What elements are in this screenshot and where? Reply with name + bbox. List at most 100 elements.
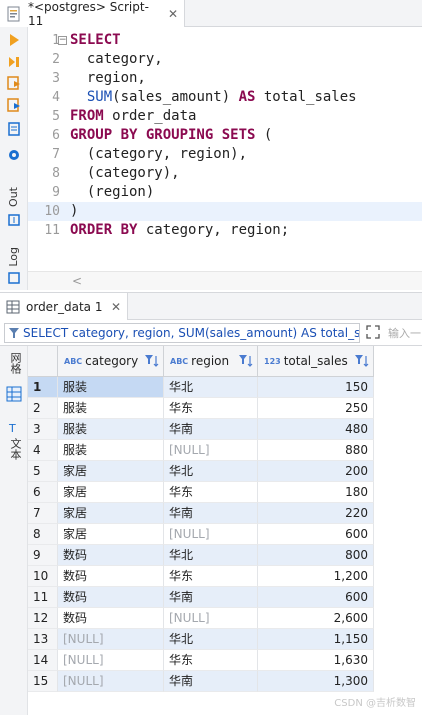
row-number[interactable]: 13 [28,629,58,650]
execute-new-tab-icon[interactable] [6,97,22,113]
row-number[interactable]: 10 [28,566,58,587]
scroll-left-arrow[interactable]: < [72,274,82,288]
row-number[interactable]: 7 [28,503,58,524]
filter-sort-icon[interactable] [355,354,369,368]
table-row[interactable]: 12 数码 [NULL] 2,600 [28,608,422,629]
table-row[interactable]: 4 服装 [NULL] 880 [28,440,422,461]
explain-plan-icon[interactable] [6,121,22,137]
cell-total-sales[interactable]: 180 [258,482,374,503]
cell-category[interactable]: 服装 [58,419,164,440]
cell-region[interactable]: 华北 [164,545,258,566]
cell-category[interactable]: 数码 [58,545,164,566]
table-row[interactable]: 7 家居 华南 220 [28,503,422,524]
cell-category[interactable]: [NULL] [58,650,164,671]
cell-region[interactable]: 华北 [164,377,258,398]
row-number[interactable]: 15 [28,671,58,692]
cell-category[interactable]: 服装 [58,377,164,398]
cell-category[interactable]: 家居 [58,461,164,482]
cell-category[interactable]: [NULL] [58,671,164,692]
cell-category[interactable]: 家居 [58,503,164,524]
cell-total-sales[interactable]: 880 [258,440,374,461]
code-line[interactable]: 5 FROM order_data [28,107,422,126]
cell-total-sales[interactable]: 250 [258,398,374,419]
cell-region[interactable]: [NULL] [164,608,258,629]
table-row[interactable]: 5 家居 华北 200 [28,461,422,482]
cell-category[interactable]: 家居 [58,524,164,545]
text-view-toggle[interactable]: 文本 [7,438,23,460]
cell-category[interactable]: 服装 [58,398,164,419]
table-row[interactable]: 1 服装 华北 150 [28,377,422,398]
log-icon[interactable] [6,270,22,286]
sql-editor[interactable]: 1 SELECT −2 category, 3 region, 4 SUM(sales_… [28,27,422,271]
cell-region[interactable]: 华南 [164,671,258,692]
cell-total-sales[interactable]: 150 [258,377,374,398]
code-line[interactable]: 6 GROUP BY GROUPING SETS ( [28,126,422,145]
cell-total-sales[interactable]: 600 [258,587,374,608]
editor-horizontal-scrollbar[interactable]: < [28,271,422,290]
cell-region[interactable]: 华北 [164,461,258,482]
table-row[interactable]: 11 数码 华南 600 [28,587,422,608]
output-panel-toggle[interactable]: Out [7,187,20,207]
table-row[interactable]: 14 [NULL] 华东 1,630 [28,650,422,671]
cell-region[interactable]: [NULL] [164,440,258,461]
table-row[interactable]: 15 [NULL] 华南 1,300 [28,671,422,692]
row-number[interactable]: 14 [28,650,58,671]
grid-view-toggle[interactable]: 网格 [7,352,23,374]
tab-script-11[interactable]: *<postgres> Script-11 ✕ [0,0,185,28]
execute-script-icon[interactable] [6,75,22,91]
tab-order-data-1[interactable]: order_data 1 ✕ [0,293,128,320]
cell-total-sales[interactable]: 200 [258,461,374,482]
close-results-tab-icon[interactable]: ✕ [111,300,121,314]
output-icon[interactable] [6,212,22,228]
cell-total-sales[interactable]: 1,300 [258,671,374,692]
row-number[interactable]: 8 [28,524,58,545]
row-number[interactable]: 5 [28,461,58,482]
code-line[interactable]: 1 SELECT − [28,31,422,50]
settings-gear-icon[interactable] [6,147,22,163]
cell-total-sales[interactable]: 220 [258,503,374,524]
cell-region[interactable]: 华南 [164,503,258,524]
cell-region[interactable]: 华南 [164,419,258,440]
cell-total-sales[interactable]: 1,150 [258,629,374,650]
cell-region[interactable]: 华东 [164,482,258,503]
cell-category[interactable]: 家居 [58,482,164,503]
table-row[interactable]: 10 数码 华东 1,200 [28,566,422,587]
column-header-total-sales[interactable]: 123 total_sales [258,346,374,377]
table-row[interactable]: 3 服装 华南 480 [28,419,422,440]
row-number[interactable]: 12 [28,608,58,629]
fold-toggle-icon[interactable]: − [58,36,67,45]
code-line[interactable]: 8 (category), [28,164,422,183]
filter-sort-icon[interactable] [145,354,159,368]
cell-region[interactable]: 华东 [164,398,258,419]
row-number[interactable]: 3 [28,419,58,440]
results-grid[interactable]: ABC category ABC region 123 total_sales … [28,346,422,715]
row-number[interactable]: 11 [28,587,58,608]
column-header-region[interactable]: ABC region [164,346,258,377]
execute-icon[interactable] [6,32,22,48]
cell-total-sales[interactable]: 480 [258,419,374,440]
expand-icon[interactable] [366,325,380,339]
row-number[interactable]: 1 [28,377,58,398]
table-row[interactable]: 8 家居 [NULL] 600 [28,524,422,545]
close-tab-icon[interactable]: ✕ [168,7,178,21]
cell-region[interactable]: 华南 [164,587,258,608]
row-number[interactable]: 6 [28,482,58,503]
table-row[interactable]: 6 家居 华东 180 [28,482,422,503]
filter-placeholder[interactable]: 输入一 [388,325,421,341]
text-view-icon[interactable]: T [6,420,22,436]
execute-statement-icon[interactable] [6,54,22,70]
cell-region[interactable]: 华北 [164,629,258,650]
cell-region[interactable]: 华东 [164,650,258,671]
table-row[interactable]: 13 [NULL] 华北 1,150 [28,629,422,650]
log-panel-toggle[interactable]: Log [7,247,20,267]
cell-region[interactable]: 华东 [164,566,258,587]
filter-sort-icon[interactable] [239,354,253,368]
cell-total-sales[interactable]: 1,630 [258,650,374,671]
cell-category[interactable]: 数码 [58,587,164,608]
column-header-category[interactable]: ABC category [58,346,164,377]
code-line[interactable]: 2 category, [28,50,422,69]
cell-category[interactable]: 数码 [58,566,164,587]
code-line[interactable]: 4 SUM(sales_amount) AS total_sales [28,88,422,107]
row-number[interactable]: 4 [28,440,58,461]
code-line[interactable]: 3 region, [28,69,422,88]
